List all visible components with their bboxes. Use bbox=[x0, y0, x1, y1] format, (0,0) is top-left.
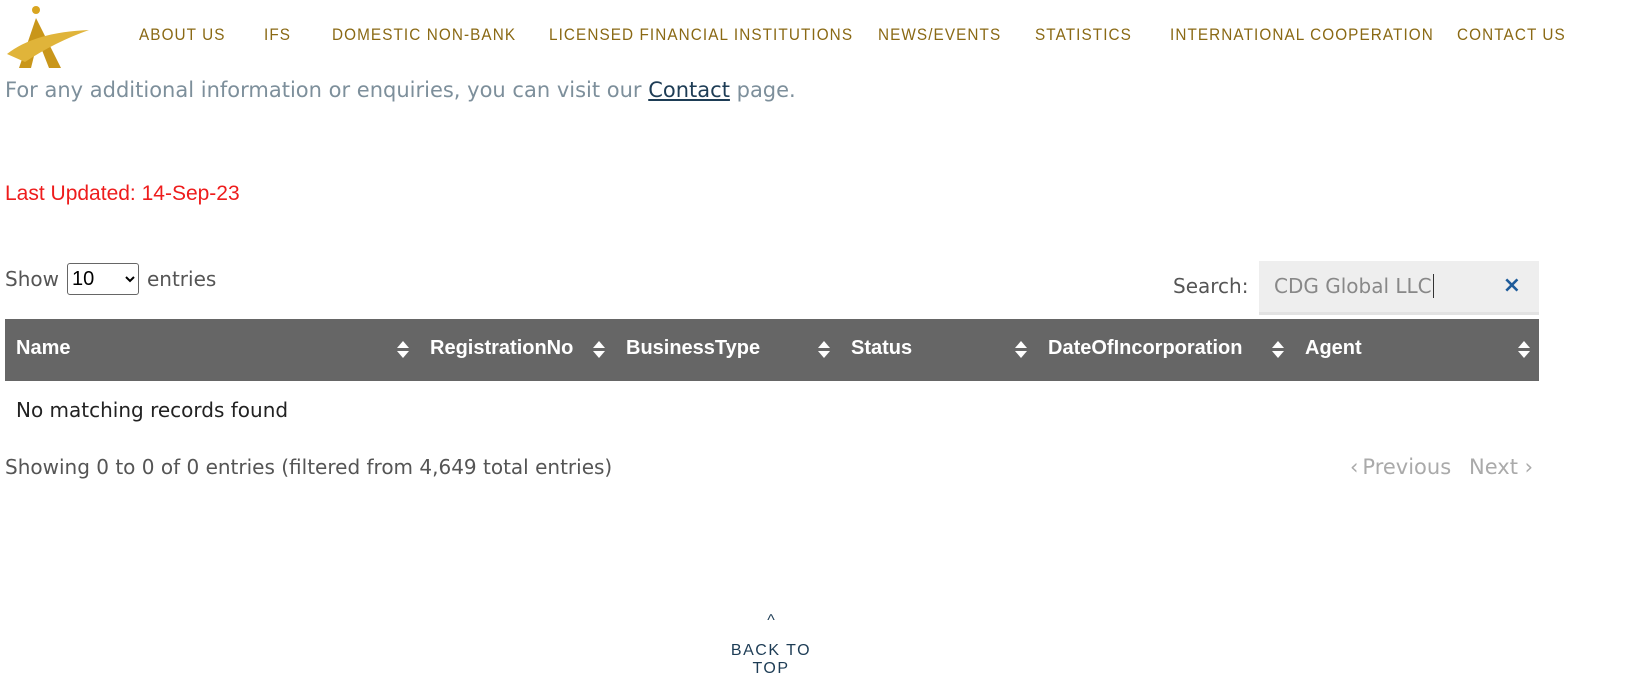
column-agent[interactable]: Agent bbox=[1305, 337, 1362, 360]
sort-icon[interactable] bbox=[397, 341, 409, 359]
info-suffix: page. bbox=[729, 78, 796, 102]
search-input[interactable]: CDG Global LLC × bbox=[1259, 261, 1539, 315]
chevron-up-icon: ^ bbox=[767, 612, 775, 629]
last-updated: Last Updated: 14-Sep-23 bbox=[5, 182, 240, 205]
sort-icon[interactable] bbox=[818, 341, 830, 359]
sort-icon[interactable] bbox=[593, 341, 605, 359]
back-to-top-label: BACK TO TOP bbox=[730, 642, 812, 677]
nav-news-events[interactable]: NEWS/EVENTS bbox=[878, 25, 1001, 45]
contact-link[interactable]: Contact bbox=[648, 78, 730, 102]
sort-icon[interactable] bbox=[1015, 341, 1027, 359]
next-label: Next bbox=[1469, 455, 1518, 479]
logo[interactable] bbox=[5, 2, 90, 70]
nav-domestic-non-bank[interactable]: DOMESTIC NON-BANK bbox=[332, 25, 516, 45]
info-prefix: For any additional information or enquir… bbox=[5, 78, 649, 102]
sort-icon[interactable] bbox=[1518, 341, 1530, 359]
search-label: Search: bbox=[1173, 274, 1249, 298]
nav-international-cooperation[interactable]: INTERNATIONAL COOPERATION bbox=[1170, 25, 1434, 45]
column-business-type[interactable]: BusinessType bbox=[626, 337, 760, 360]
entries-select[interactable]: 10 bbox=[66, 263, 139, 295]
empty-table-message: No matching records found bbox=[16, 398, 289, 422]
column-registration-no[interactable]: RegistrationNo bbox=[430, 337, 573, 360]
entries-label: entries bbox=[146, 267, 217, 291]
nav-licensed-financial-institutions[interactable]: LICENSED FINANCIAL INSTITUTIONS bbox=[549, 25, 853, 45]
show-label: Show bbox=[5, 267, 59, 291]
clear-search-icon[interactable]: × bbox=[1503, 273, 1521, 298]
table-header: Name RegistrationNo BusinessType Status … bbox=[5, 319, 1539, 381]
nav-contact-us[interactable]: CONTACT US bbox=[1457, 25, 1566, 45]
next-button[interactable]: Next › bbox=[1469, 455, 1533, 479]
column-name[interactable]: Name bbox=[16, 337, 70, 360]
nav-statistics[interactable]: STATISTICS bbox=[1035, 25, 1132, 45]
length-control: Show 10 entries bbox=[5, 263, 216, 295]
back-to-top[interactable]: ^ BACK TO TOP bbox=[720, 612, 822, 678]
table-info: Showing 0 to 0 of 0 entries (filtered fr… bbox=[5, 455, 613, 479]
column-date-of-incorporation[interactable]: DateOfIncorporation bbox=[1048, 337, 1242, 360]
info-text: For any additional information or enquir… bbox=[5, 78, 796, 102]
nav-ifs[interactable]: IFS bbox=[264, 25, 291, 45]
column-status[interactable]: Status bbox=[851, 337, 912, 360]
nav-about-us[interactable]: ABOUT US bbox=[139, 25, 226, 45]
previous-label: Previous bbox=[1362, 455, 1452, 479]
previous-button[interactable]: ‹ Previous bbox=[1350, 455, 1451, 479]
sort-icon[interactable] bbox=[1272, 341, 1284, 359]
search-value[interactable]: CDG Global LLC bbox=[1274, 274, 1434, 298]
